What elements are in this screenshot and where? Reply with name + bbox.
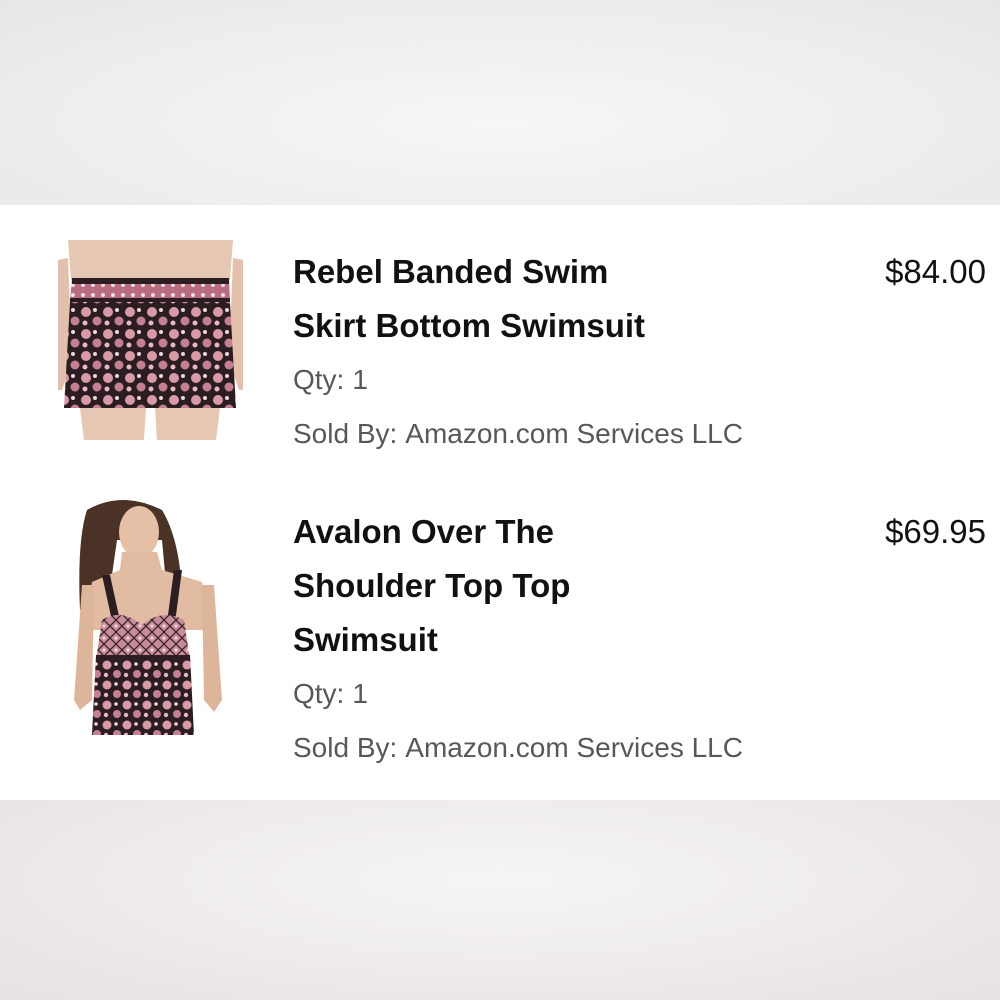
sold-by-value: Amazon.com Services LLC — [405, 418, 743, 449]
swim-skirt-product-image — [58, 240, 243, 440]
blurred-background-top — [0, 0, 1000, 205]
item-title-line[interactable]: Skirt Bottom Swimsuit — [293, 307, 645, 344]
item-price: $69.95 — [885, 513, 986, 550]
item-details: Avalon Over The Shoulder Top Top Swimsui… — [293, 505, 833, 775]
screenshot-frame: Rebel Banded Swim Skirt Bottom Swimsuit … — [0, 0, 1000, 1000]
item-title[interactable]: Avalon Over The Shoulder Top Top Swimsui… — [293, 505, 753, 667]
sold-by-value: Amazon.com Services LLC — [405, 732, 743, 763]
item-price: $84.00 — [885, 253, 986, 290]
swimsuit-top-product-image — [62, 500, 232, 740]
qty-label: Qty: — [293, 678, 345, 709]
product-image[interactable] — [62, 500, 232, 740]
qty-label: Qty: — [293, 364, 345, 395]
item-title-line[interactable]: Avalon Over The — [293, 513, 554, 550]
order-item[interactable]: Rebel Banded Swim Skirt Bottom Swimsuit … — [0, 235, 1000, 475]
blurred-background-bottom — [0, 800, 1000, 1000]
qty-value: 1 — [352, 678, 368, 709]
order-items-card: Rebel Banded Swim Skirt Bottom Swimsuit … — [0, 205, 1000, 800]
order-item[interactable]: Avalon Over The Shoulder Top Top Swimsui… — [0, 495, 1000, 785]
item-quantity: Qty: 1 — [293, 353, 833, 407]
item-title[interactable]: Rebel Banded Swim Skirt Bottom Swimsuit — [293, 245, 753, 353]
item-title-line[interactable]: Swimsuit — [293, 621, 438, 658]
item-title-line[interactable]: Rebel Banded Swim — [293, 253, 608, 290]
sold-by-label: Sold By: — [293, 418, 398, 449]
qty-value: 1 — [352, 364, 368, 395]
product-image[interactable] — [58, 240, 243, 440]
item-title-line[interactable]: Shoulder Top Top — [293, 567, 570, 604]
item-seller: Sold By: Amazon.com Services LLC — [293, 721, 833, 775]
sold-by-label: Sold By: — [293, 732, 398, 763]
item-seller: Sold By: Amazon.com Services LLC — [293, 407, 833, 461]
item-quantity: Qty: 1 — [293, 667, 833, 721]
item-details: Rebel Banded Swim Skirt Bottom Swimsuit … — [293, 245, 833, 461]
